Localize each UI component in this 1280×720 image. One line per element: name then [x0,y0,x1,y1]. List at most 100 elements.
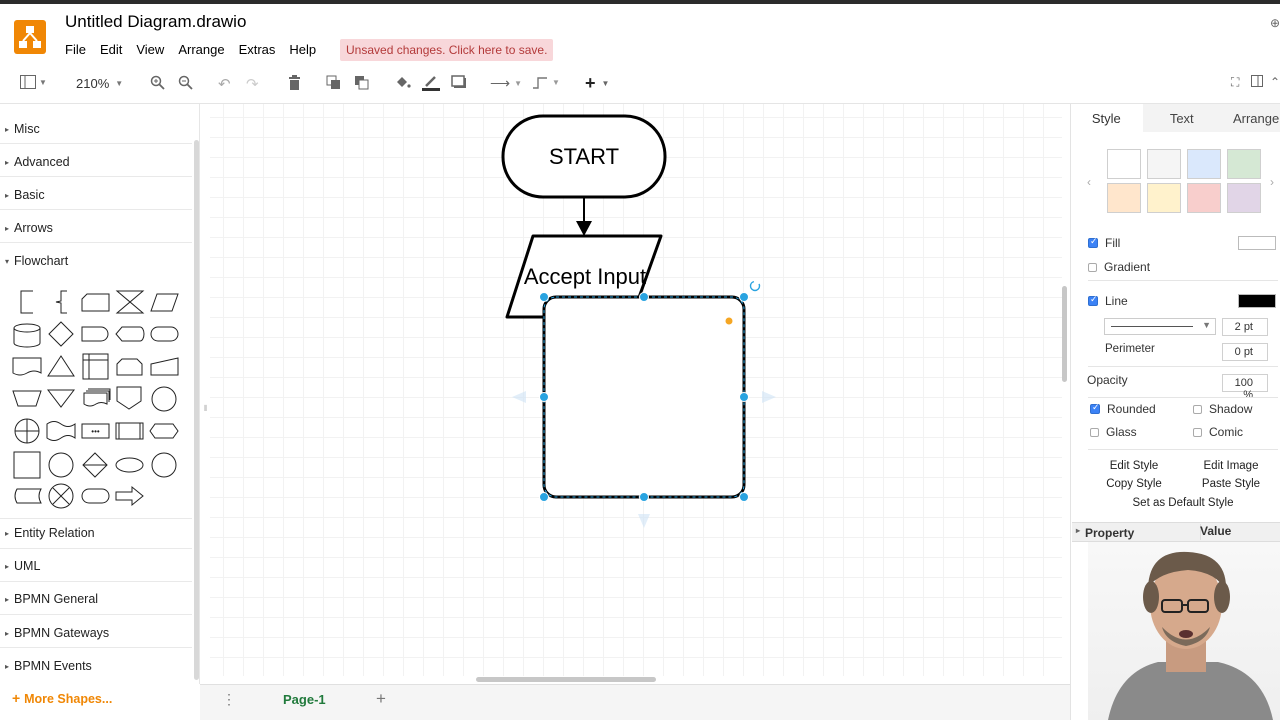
line-color-icon[interactable] [422,75,440,91]
line-pattern-select[interactable]: ▼ [1104,318,1216,335]
start-terminator[interactable]: START [501,114,667,199]
sidebar-scrollbar[interactable] [194,140,199,680]
page-tab-1[interactable]: Page-1 [283,692,326,707]
multi-document-shape[interactable] [83,388,111,407]
start-to-input-connector[interactable] [576,198,592,236]
fill-color-picker[interactable] [1238,236,1276,250]
opacity-input[interactable]: 100 % [1222,374,1268,401]
tab-text[interactable]: Text [1142,104,1221,132]
waypoints-icon[interactable]: ▼ [532,75,560,89]
sort-shape[interactable] [82,452,108,478]
glass-checkbox[interactable]: Glass [1090,425,1137,439]
sidebar-section-entity-relation[interactable]: ▸ Entity Relation [0,519,192,547]
tab-style[interactable]: Style [1070,104,1143,132]
extract-shape[interactable] [47,355,75,377]
menu-file[interactable]: File [65,42,100,57]
to-front-icon[interactable] [326,75,342,90]
sidebar-section-bpmn-general[interactable]: ▸ BPMN General [0,585,192,613]
swatch-prev-icon[interactable]: ‹ [1087,175,1091,189]
zoom-select[interactable]: 210% ▼ [76,76,123,91]
loop-limit-shape[interactable] [116,358,143,376]
comic-checkbox[interactable]: Comic [1193,425,1243,439]
collapse-triangle-icon[interactable]: ▸ [1076,526,1080,535]
swatch-light-orange[interactable] [1107,183,1141,213]
manual-input-shape[interactable] [150,357,179,376]
paste-style-button[interactable]: Paste Style [1184,475,1278,492]
swatch-light-purple[interactable] [1227,183,1261,213]
stored-data-shape[interactable] [14,488,42,504]
document-shape[interactable] [12,357,42,376]
off-page-reference-shape[interactable] [116,386,142,410]
internal-storage-shape[interactable] [82,353,109,380]
sidebar-section-advanced[interactable]: ▸ Advanced [0,148,192,176]
selected-rounded-rectangle[interactable] [542,295,746,499]
fill-checkbox[interactable]: Fill [1088,236,1120,250]
collate-shape[interactable] [115,290,145,314]
display-shape[interactable] [115,326,145,342]
rounded-checkbox[interactable]: Rounded [1090,402,1156,416]
swatch-light-yellow[interactable] [1147,183,1181,213]
fullscreen-icon[interactable]: ⛶ [1231,75,1239,90]
manual-operation-shape[interactable] [12,390,42,407]
canvas-horizontal-scrollbar[interactable] [476,677,656,682]
swatch-light-red[interactable] [1187,183,1221,213]
ellipse-shape[interactable] [115,457,144,473]
predefined-process-shape[interactable]: ••• [81,423,110,439]
diagram-canvas[interactable]: START Accept Input [210,104,1062,676]
square-shape[interactable] [13,451,41,479]
sidebar-section-basic[interactable]: ▸ Basic [0,181,192,209]
zoom-out-icon[interactable] [178,75,193,90]
swatch-light-gray[interactable] [1147,149,1181,179]
gradient-checkbox[interactable]: Gradient [1088,260,1150,274]
format-panel-icon[interactable] [1251,75,1263,87]
copy-style-button[interactable]: Copy Style [1088,475,1180,492]
swatch-next-icon[interactable]: › [1270,175,1274,189]
menu-edit[interactable]: Edit [100,42,136,57]
circle-shape[interactable] [48,452,74,478]
line-checkbox[interactable]: Line [1088,294,1128,308]
paper-tape-shape[interactable] [46,421,76,441]
sidebar-section-bpmn-events[interactable]: ▸ BPMN Events [0,652,192,680]
menu-arrange[interactable]: Arrange [178,42,238,57]
tab-arrange[interactable]: Arrange [1220,104,1280,132]
edit-image-button[interactable]: Edit Image [1184,457,1278,474]
delay-shape[interactable] [81,326,109,342]
sidebar-section-flowchart[interactable]: ▾ Flowchart [0,247,192,275]
annotation-shape[interactable] [20,290,33,314]
annotation-bracket-shape[interactable] [55,290,67,314]
pages-menu-icon[interactable]: ⋮ [222,691,236,708]
more-shapes-button[interactable]: + More Shapes... [12,690,112,706]
arrow-shape[interactable] [115,485,144,507]
line-color-picker[interactable] [1238,294,1276,308]
add-page-icon[interactable]: + [376,689,386,709]
sidebar-section-bpmn-gateways[interactable]: ▸ BPMN Gateways [0,619,192,647]
edit-style-button[interactable]: Edit Style [1088,457,1180,474]
swatch-white[interactable] [1107,149,1141,179]
shadow-checkbox[interactable]: Shadow [1193,402,1252,416]
rotate-handle-icon[interactable] [749,280,761,292]
swatch-light-green[interactable] [1227,149,1261,179]
database-shape[interactable] [13,323,41,348]
globe-icon[interactable]: ⊕ [1270,16,1280,30]
data-shape[interactable] [150,293,179,312]
corner-radius-handle[interactable] [724,316,734,326]
perimeter-input[interactable]: 0 pt [1222,343,1268,361]
menu-help[interactable]: Help [289,42,330,57]
zoom-in-icon[interactable] [150,75,165,90]
sidebar-resize-handle[interactable]: ⦀ [204,404,208,414]
sidebar-section-uml[interactable]: ▸ UML [0,552,192,580]
card-shape[interactable] [81,293,110,312]
undo-icon[interactable]: ↶ [218,75,231,93]
redo-icon[interactable]: ↷ [246,75,259,93]
to-back-icon[interactable] [354,75,370,90]
fill-color-icon[interactable] [394,75,411,90]
swatch-light-blue[interactable] [1187,149,1221,179]
decision-shape[interactable] [48,321,74,347]
shadow-icon[interactable] [451,75,467,89]
unsaved-changes-banner[interactable]: Unsaved changes. Click here to save. [340,39,554,61]
terminal-shape[interactable] [81,488,110,504]
insert-plus-icon[interactable]: + ▼ [585,73,609,94]
connection-style-icon[interactable]: ⟶ ▼ [490,75,522,92]
merge-shape[interactable] [46,389,76,408]
delete-icon[interactable] [288,75,301,90]
